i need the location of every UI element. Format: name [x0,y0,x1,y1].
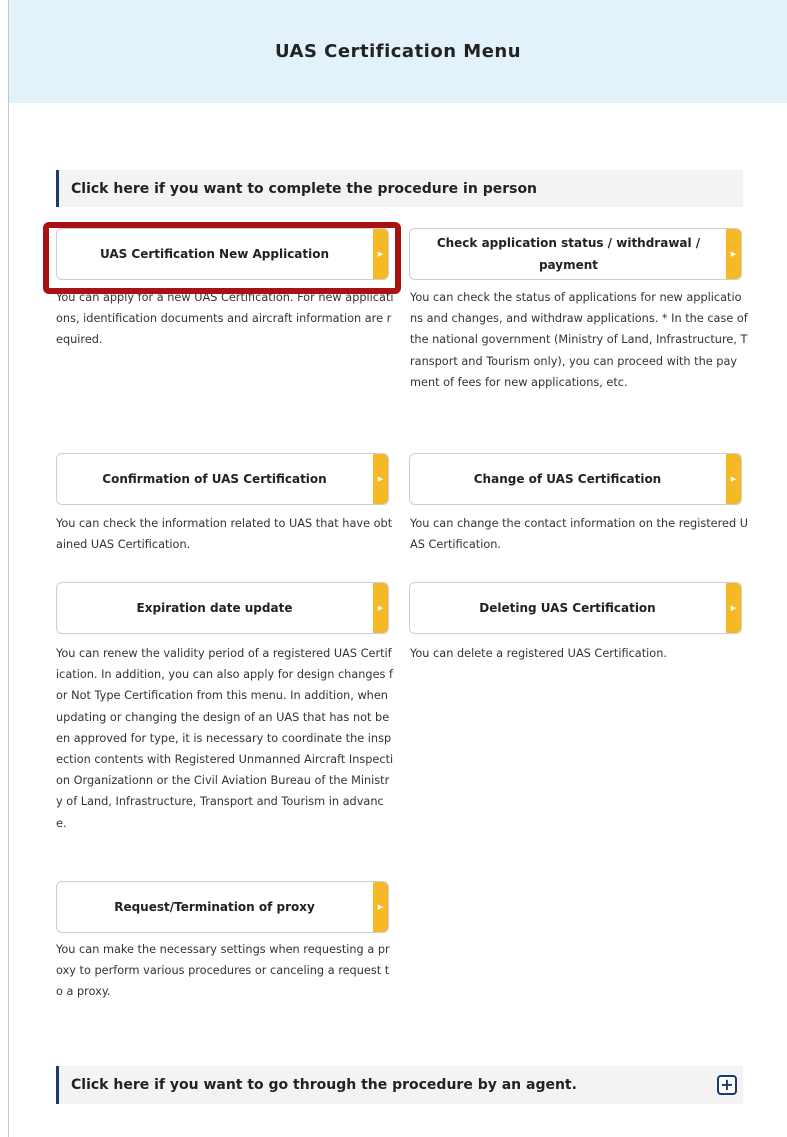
check-status-label: Check application status / withdrawal / … [436,236,701,272]
section-in-person-label: Click here if you want to complete the p… [71,180,538,197]
chevron-right-icon: ▶ [373,229,388,279]
proxy-button[interactable]: Request/Termination of proxy ▶ [56,881,389,933]
change-button[interactable]: Change of UAS Certification ▶ [409,453,742,505]
proxy-desc: You can make the necessary settings when… [56,943,390,999]
chevron-right-icon: ▶ [726,583,741,633]
check-status-desc: You can check the status of applications… [410,291,748,389]
check-status-button[interactable]: Check application status / withdrawal / … [409,228,742,280]
deleting-button[interactable]: Deleting UAS Certification ▶ [409,582,742,634]
chevron-right-icon: ▶ [373,882,388,932]
page-header: UAS Certification Menu [9,0,787,103]
page-title: UAS Certification Menu [274,41,522,62]
change-label: Change of UAS Certification [473,472,662,486]
expiration-update-label: Expiration date update [136,601,293,615]
chevron-right-icon: ▶ [726,229,741,279]
proxy-label: Request/Termination of proxy [114,900,315,914]
chevron-right-icon: ▶ [373,583,388,633]
section-in-person-heading: Click here if you want to complete the p… [56,170,743,207]
section-agent-heading[interactable]: Click here if you want to go through the… [56,1066,743,1104]
deleting-desc: You can delete a registered UAS Certific… [410,647,667,660]
section-agent-label: Click here if you want to go through the… [71,1077,577,1093]
expiration-update-button[interactable]: Expiration date update ▶ [56,582,389,634]
confirmation-desc: You can check the information related to… [56,517,393,552]
plus-icon[interactable]: + [717,1075,737,1095]
new-application-desc: You can apply for a new UAS Certificatio… [56,291,394,347]
deleting-label: Deleting UAS Certification [479,601,656,615]
expiration-update-desc: You can renew the validity period of a r… [56,647,394,830]
new-application-button[interactable]: UAS Certification New Application ▶ [56,228,389,280]
chevron-right-icon: ▶ [726,454,741,504]
confirmation-label: Confirmation of UAS Certification [102,472,327,486]
confirmation-button[interactable]: Confirmation of UAS Certification ▶ [56,453,389,505]
chevron-right-icon: ▶ [373,454,388,504]
new-application-label: UAS Certification New Application [99,247,330,261]
change-desc: You can change the contact information o… [410,517,748,552]
